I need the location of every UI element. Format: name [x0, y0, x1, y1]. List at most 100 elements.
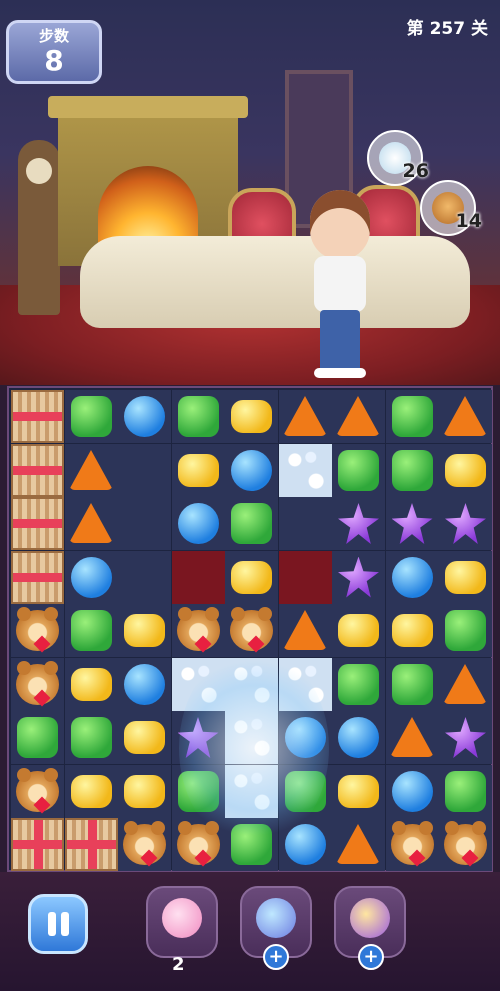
purple-star-candy-tile[interactable] — [332, 497, 385, 550]
empty-cell[interactable] — [118, 497, 171, 550]
green-candy-tile[interactable] — [171, 390, 225, 443]
orange-candy-tile[interactable] — [64, 497, 118, 550]
empty-cell[interactable] — [171, 550, 225, 604]
blue-candy-tile[interactable] — [118, 657, 171, 711]
orange-candy-tile[interactable] — [64, 443, 118, 497]
blue-candy-tile[interactable] — [385, 764, 439, 818]
orange-candy-tile[interactable] — [439, 390, 492, 443]
yellow-candy-tile[interactable] — [225, 390, 278, 443]
wooden-crate-blocker[interactable] — [11, 390, 64, 443]
pause-button[interactable] — [28, 894, 88, 954]
teddy-bear-tile[interactable] — [11, 604, 64, 657]
orange-candy-tile[interactable] — [385, 711, 439, 764]
bubble-foam-tile[interactable] — [278, 657, 332, 711]
gift-box-blocker[interactable] — [64, 818, 118, 871]
wooden-crate-blocker[interactable] — [11, 443, 64, 497]
blue-candy-tile[interactable] — [225, 443, 278, 497]
blue-candy-icon — [284, 824, 326, 865]
booster-lollipop[interactable] — [146, 886, 218, 958]
yellow-candy-tile[interactable] — [385, 604, 439, 657]
yellow-candy-tile[interactable] — [64, 764, 118, 818]
blue-candy-tile[interactable] — [278, 711, 332, 764]
orange-candy-icon — [282, 610, 327, 650]
green-candy-tile[interactable] — [385, 657, 439, 711]
teddy-bear-icon — [16, 607, 59, 653]
orange-candy-tile[interactable] — [439, 657, 492, 711]
yellow-candy-tile[interactable] — [332, 764, 385, 818]
green-candy-tile[interactable] — [439, 764, 492, 818]
green-candy-tile[interactable] — [439, 604, 492, 657]
yellow-candy-tile[interactable] — [118, 711, 171, 764]
goal-count: 26 — [402, 160, 429, 182]
teddy-bear-tile[interactable] — [439, 818, 492, 871]
yellow-candy-tile[interactable] — [64, 657, 118, 711]
orange-candy-icon — [336, 824, 380, 864]
yellow-candy-tile[interactable] — [118, 604, 171, 657]
gift-box-blocker[interactable] — [11, 818, 64, 871]
bubble-foam-tile[interactable] — [171, 657, 225, 711]
purple-star-candy-icon — [445, 717, 486, 758]
blue-candy-icon — [338, 717, 379, 758]
teddy-bear-tile[interactable] — [171, 818, 225, 871]
add-booster-button[interactable]: + — [358, 944, 384, 970]
blue-candy-tile[interactable] — [278, 818, 332, 871]
green-candy-tile[interactable] — [225, 818, 278, 871]
teddy-bear-icon — [123, 821, 166, 867]
green-candy-tile[interactable] — [385, 390, 439, 443]
game-board[interactable] — [7, 386, 493, 872]
green-candy-icon — [70, 717, 112, 758]
teddy-bear-tile[interactable] — [11, 764, 64, 818]
yellow-candy-tile[interactable] — [439, 443, 492, 497]
bubble-foam-tile[interactable] — [225, 764, 278, 818]
purple-star-candy-tile[interactable] — [385, 497, 439, 550]
purple-star-candy-tile[interactable] — [439, 711, 492, 764]
green-candy-tile[interactable] — [11, 711, 64, 764]
booster-count: 2 — [172, 954, 185, 975]
green-candy-tile[interactable] — [64, 604, 118, 657]
orange-candy-tile[interactable] — [278, 390, 332, 443]
yellow-candy-tile[interactable] — [225, 550, 278, 604]
orange-candy-tile[interactable] — [332, 818, 385, 871]
bubble-foam-tile[interactable] — [278, 443, 332, 497]
yellow-candy-tile[interactable] — [118, 764, 171, 818]
green-candy-tile[interactable] — [385, 443, 439, 497]
purple-star-candy-tile[interactable] — [439, 497, 492, 550]
blue-candy-icon — [70, 556, 112, 598]
empty-cell[interactable] — [118, 550, 171, 604]
green-candy-tile[interactable] — [332, 657, 385, 711]
bubble-foam-tile[interactable] — [225, 711, 278, 764]
orange-candy-tile[interactable] — [332, 390, 385, 443]
yellow-candy-tile[interactable] — [439, 550, 492, 604]
yellow-candy-tile[interactable] — [171, 443, 225, 497]
blue-candy-tile[interactable] — [332, 711, 385, 764]
empty-cell[interactable] — [278, 550, 332, 604]
green-candy-tile[interactable] — [278, 764, 332, 818]
teddy-bear-tile[interactable] — [225, 604, 278, 657]
blue-candy-tile[interactable] — [171, 497, 225, 550]
green-candy-tile[interactable] — [171, 764, 225, 818]
blue-candy-tile[interactable] — [118, 390, 171, 443]
green-candy-tile[interactable] — [332, 443, 385, 497]
yellow-candy-tile[interactable] — [332, 604, 385, 657]
orange-candy-icon — [443, 663, 487, 704]
teddy-bear-tile[interactable] — [171, 604, 225, 657]
add-booster-button[interactable]: + — [263, 944, 289, 970]
orange-candy-icon — [336, 396, 380, 436]
blue-candy-tile[interactable] — [385, 550, 439, 604]
bubble-foam-tile[interactable] — [225, 657, 278, 711]
wooden-crate-blocker[interactable] — [11, 497, 64, 550]
teddy-bear-tile[interactable] — [385, 818, 439, 871]
yellow-candy-icon — [177, 453, 219, 487]
empty-cell[interactable] — [118, 443, 171, 497]
green-candy-tile[interactable] — [64, 711, 118, 764]
teddy-bear-tile[interactable] — [118, 818, 171, 871]
empty-cell[interactable] — [278, 497, 332, 550]
orange-candy-tile[interactable] — [278, 604, 332, 657]
green-candy-tile[interactable] — [64, 390, 118, 443]
blue-candy-tile[interactable] — [64, 550, 118, 604]
wooden-crate-blocker[interactable] — [11, 550, 64, 604]
green-candy-tile[interactable] — [225, 497, 278, 550]
teddy-bear-tile[interactable] — [11, 657, 64, 711]
purple-star-candy-tile[interactable] — [171, 711, 225, 764]
purple-star-candy-tile[interactable] — [332, 550, 385, 604]
